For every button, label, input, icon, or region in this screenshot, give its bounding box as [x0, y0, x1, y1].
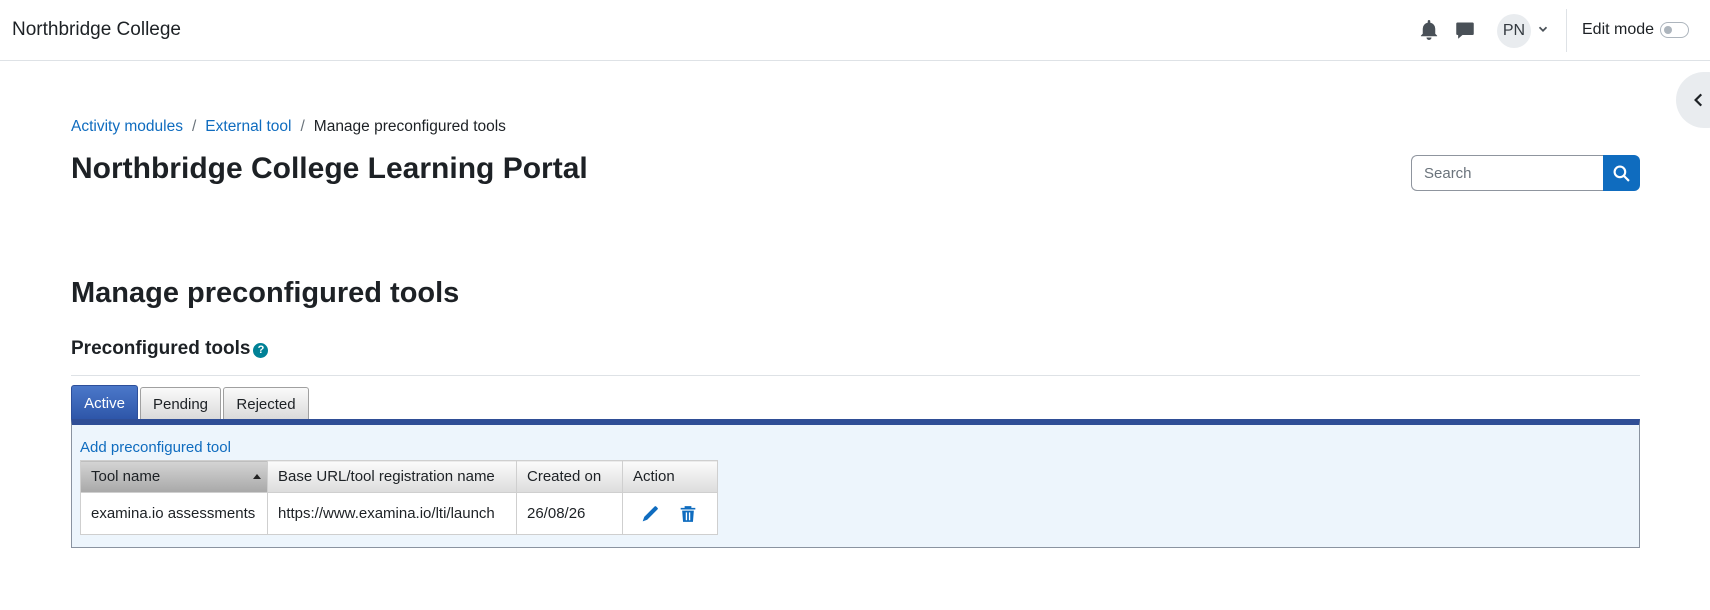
column-header-label: Tool name	[91, 468, 161, 485]
column-header-action: Action	[622, 460, 718, 493]
user-avatar[interactable]: PN	[1497, 14, 1531, 48]
tab-panel-active: Add preconfigured tool Tool name Base UR…	[71, 419, 1640, 548]
navbar-divider	[1566, 9, 1567, 52]
page-title: Northbridge College Learning Portal	[71, 152, 588, 185]
toggle-knob	[1664, 26, 1672, 34]
table-header-row: Tool name Base URL/tool registration nam…	[80, 460, 718, 493]
search-icon	[1613, 165, 1630, 182]
breadcrumb-external-tool[interactable]: External tool	[205, 118, 291, 136]
tab-rejected[interactable]: Rejected	[223, 387, 309, 420]
section-title: Preconfigured tools ?	[71, 338, 269, 360]
site-brand[interactable]: Northbridge College	[12, 19, 181, 41]
column-header-tool-name[interactable]: Tool name	[80, 460, 268, 493]
column-header-created-on[interactable]: Created on	[516, 460, 623, 493]
edit-mode-toggle[interactable]	[1660, 22, 1689, 38]
tab-pending[interactable]: Pending	[140, 387, 221, 420]
help-icon[interactable]: ?	[253, 342, 269, 358]
cell-base-url: https://www.examina.io/lti/launch	[267, 492, 517, 535]
breadcrumb: Activity modules / External tool / Manag…	[71, 118, 506, 136]
search-input[interactable]	[1411, 155, 1603, 191]
add-preconfigured-tool-link[interactable]: Add preconfigured tool	[80, 439, 231, 456]
table-row: examina.io assessments https://www.exami…	[80, 492, 718, 535]
column-header-base-url[interactable]: Base URL/tool registration name	[267, 460, 517, 493]
chat-icon[interactable]	[1455, 20, 1475, 40]
edit-icon[interactable]	[641, 505, 659, 523]
top-navbar: Northbridge College PN Edit mode	[0, 0, 1710, 61]
sort-ascending-icon	[253, 474, 261, 479]
cell-created-on: 26/08/26	[516, 492, 623, 535]
open-drawer-button[interactable]	[1676, 72, 1710, 128]
search-form	[1411, 155, 1640, 191]
main-heading: Manage preconfigured tools	[71, 277, 460, 309]
trash-icon[interactable]	[679, 505, 697, 523]
edit-mode-label: Edit mode	[1582, 21, 1655, 38]
cell-actions	[622, 492, 718, 535]
section-divider	[71, 375, 1640, 376]
tools-table: Tool name Base URL/tool registration nam…	[80, 460, 718, 535]
chevron-down-icon[interactable]	[1536, 22, 1550, 36]
tab-active[interactable]: Active	[71, 385, 138, 420]
breadcrumb-separator: /	[191, 118, 197, 135]
search-button[interactable]	[1603, 155, 1640, 191]
bell-icon[interactable]	[1419, 20, 1439, 40]
cell-tool-name: examina.io assessments	[80, 492, 268, 535]
breadcrumb-activity-modules[interactable]: Activity modules	[71, 118, 183, 136]
breadcrumb-current: Manage preconfigured tools	[313, 118, 506, 135]
breadcrumb-separator: /	[300, 118, 305, 135]
section-title-text: Preconfigured tools	[71, 338, 251, 359]
